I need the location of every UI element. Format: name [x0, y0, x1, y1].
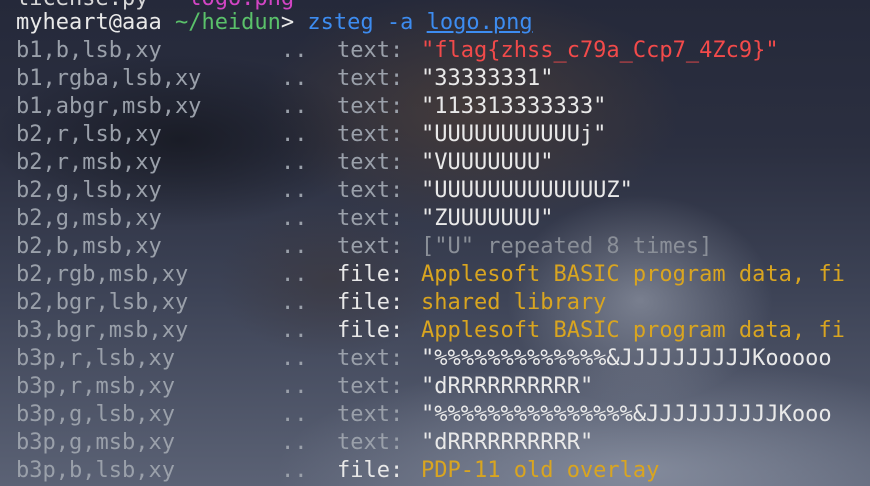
row-separator: .. [281, 122, 308, 147]
row-kind: file: [337, 262, 404, 287]
row-label: b3p,g,lsb,xy [16, 402, 175, 427]
row-separator: .. [281, 290, 308, 315]
row-value: "VUUUUUUU" [421, 150, 554, 175]
row-value: "UUUUUUUUUUUUUZ" [421, 178, 633, 203]
row-separator: .. [281, 346, 308, 371]
row-kind: text: [337, 430, 404, 455]
row-kind: text: [337, 402, 404, 427]
row-kind: text: [337, 234, 404, 259]
row-separator: .. [281, 374, 308, 399]
row-kind: text: [337, 38, 404, 63]
output-row: b2,bgr,lsb,xy.. file: shared library [16, 289, 606, 317]
row-separator: .. [281, 318, 308, 343]
command-name: zsteg [307, 10, 374, 35]
row-separator: .. [281, 66, 308, 91]
row-label: b2,b,msb,xy [16, 234, 162, 259]
row-label: b2,bgr,lsb,xy [16, 290, 189, 315]
row-value: "dRRRRRRRRRR" [421, 430, 594, 455]
row-value: "33333331" [421, 66, 554, 91]
row-label: b1,abgr,msb,xy [16, 94, 202, 119]
row-separator: .. [281, 234, 308, 259]
output-row: b2,b,msb,xy.. text: ["U" repeated 8 times] [16, 233, 712, 261]
row-value: PDP-11 old overlay [421, 458, 660, 483]
row-separator: .. [281, 262, 308, 287]
output-row: b2,r,msb,xy.. text: "VUUUUUUU" [16, 149, 553, 177]
row-kind: text: [337, 66, 404, 91]
row-value: shared library [421, 290, 607, 315]
row-kind: text: [337, 178, 404, 203]
row-label: b1,rgba,lsb,xy [16, 66, 202, 91]
row-kind: file: [337, 458, 404, 483]
row-label: b3p,r,msb,xy [16, 374, 175, 399]
prompt-path: ~/heidun [174, 10, 281, 35]
row-separator: .. [281, 38, 308, 63]
row-value: "dRRRRRRRRRR" [421, 374, 594, 399]
row-value: "%%%%%%%%%%%%%&JJJJJJJJJJKooooo [421, 346, 832, 371]
output-row: b3p,g,lsb,xy.. text: "%%%%%%%%%%%%%%%&JJJJ… [16, 401, 832, 429]
output-row: b1,abgr,msb,xy.. text: "113313333333" [16, 93, 606, 121]
row-kind: text: [337, 346, 404, 371]
row-separator: .. [281, 94, 308, 119]
output-row: b3p,r,msb,xy.. text: "dRRRRRRRRRR" [16, 373, 593, 401]
row-separator: .. [281, 458, 308, 483]
output-row: b3p,r,lsb,xy.. text: "%%%%%%%%%%%%%&JJJJJJ… [16, 345, 832, 373]
row-value: Applesoft BASIC program data, fi [421, 318, 845, 343]
row-value: "113313333333" [421, 94, 607, 119]
row-kind: text: [337, 150, 404, 175]
row-value: Applesoft BASIC program data, fi [421, 262, 845, 287]
prompt-line: myheart@aaa ~/heidun> zsteg -a logo.png [16, 9, 533, 37]
row-separator: .. [281, 402, 308, 427]
row-label: b2,g,msb,xy [16, 206, 162, 231]
output-row: b3p,b,lsb,xy.. file: PDP-11 old overlay [16, 457, 659, 485]
row-label: b3p,r,lsb,xy [16, 346, 175, 371]
prompt-user-host: myheart@aaa [16, 10, 162, 35]
row-label: b2,r,msb,xy [16, 150, 162, 175]
row-label: b2,rgb,msb,xy [16, 262, 189, 287]
output-row: b1,rgba,lsb,xy.. text: "33333331" [16, 65, 553, 93]
row-kind: text: [337, 94, 404, 119]
output-row: b3,bgr,msb,xy.. file: Applesoft BASIC prog… [16, 317, 845, 345]
row-label: b2,r,lsb,xy [16, 122, 162, 147]
output-row: b3p,g,msb,xy.. text: "dRRRRRRRRRR" [16, 429, 593, 457]
row-separator: .. [281, 178, 308, 203]
row-value: "ZUUUUUUU" [421, 206, 554, 231]
row-separator: .. [281, 430, 308, 455]
output-row: b2,g,msb,xy.. text: "ZUUUUUUU" [16, 205, 553, 233]
output-row: b2,rgb,msb,xy.. file: Applesoft BASIC prog… [16, 261, 845, 289]
prompt-arrow: > [280, 10, 295, 35]
row-label: b3p,g,msb,xy [16, 430, 175, 455]
row-separator: .. [281, 206, 308, 231]
row-label: b3p,b,lsb,xy [16, 458, 175, 483]
row-separator: .. [281, 150, 308, 175]
command-argument-link[interactable]: logo.png [427, 10, 533, 35]
row-value: "flag{zhss_c79a_Ccp7_4Zc9}" [421, 38, 779, 63]
row-label: b2,g,lsb,xy [16, 178, 162, 203]
output-row: b2,g,lsb,xy.. text: "UUUUUUUUUUUUUZ" [16, 177, 633, 205]
terminal-window[interactable]: license.py logo.png myheart@aaa ~/heidun… [0, 0, 870, 486]
row-kind: text: [337, 122, 404, 147]
row-label: b3,bgr,msb,xy [16, 318, 189, 343]
output-row: b1,b,lsb,xy.. text: "flag{zhss_c79a_Ccp7_4… [16, 37, 779, 65]
row-kind: text: [337, 206, 404, 231]
row-kind: text: [337, 374, 404, 399]
row-value: ["U" repeated 8 times] [421, 234, 713, 259]
row-value: "UUUUUUUUUUUj" [421, 122, 607, 147]
command-flag: -a [386, 10, 414, 35]
row-kind: file: [337, 290, 404, 315]
row-value: "%%%%%%%%%%%%%%%&JJJJJJJJJJKooo [421, 402, 832, 427]
output-row: b2,r,lsb,xy.. text: "UUUUUUUUUUUj" [16, 121, 606, 149]
row-kind: file: [337, 318, 404, 343]
row-label: b1,b,lsb,xy [16, 38, 162, 63]
